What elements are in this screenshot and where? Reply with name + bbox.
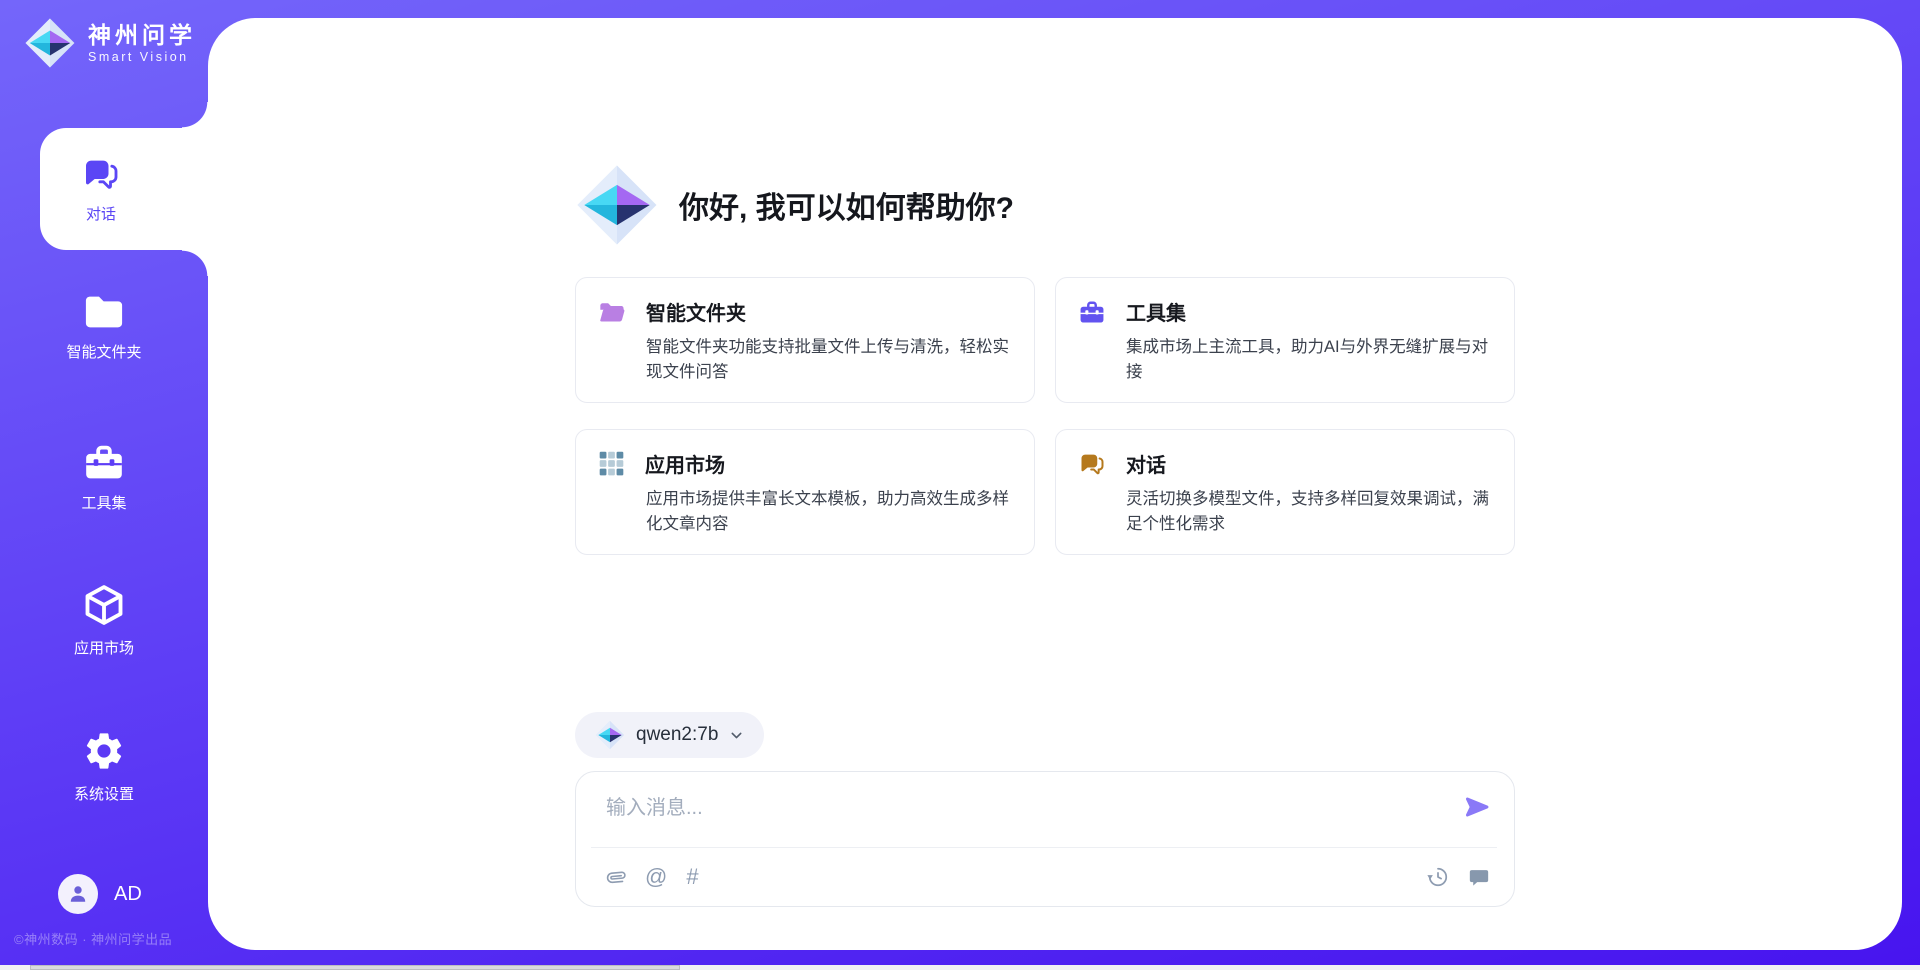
avatar <box>58 874 98 914</box>
cube-icon <box>82 583 126 627</box>
brand-title: 神州问学 <box>88 22 196 48</box>
composer-left-tools: @ # <box>606 866 699 888</box>
toolbox-icon <box>82 442 126 482</box>
paperclip-icon[interactable] <box>606 866 626 888</box>
user-name: AD <box>114 883 142 906</box>
greeting-text: 你好, 我可以如何帮助你? <box>679 183 1014 227</box>
sidebar-item-settings[interactable]: 系统设置 <box>0 729 208 804</box>
model-logo-gem-icon <box>595 720 625 750</box>
person-icon <box>66 882 90 906</box>
message-composer: @ # <box>575 771 1515 907</box>
greeting-row: 你好, 我可以如何帮助你? <box>575 163 1515 247</box>
card-description: 智能文件夹功能支持批量文件上传与清洗，轻松实现文件问答 <box>646 335 1012 385</box>
card-chat[interactable]: 对话 灵活切换多模型文件，支持多样回复效果调试，满足个性化需求 <box>1055 429 1515 555</box>
card-title: 应用市场 <box>645 449 725 478</box>
tab-fillet-top <box>182 102 208 128</box>
sidebar-item-folders[interactable]: 智能文件夹 <box>0 293 208 362</box>
briefcase-icon <box>1078 299 1106 325</box>
folder-icon <box>82 293 126 331</box>
feature-cards: 智能文件夹 智能文件夹功能支持批量文件上传与清洗，轻松实现文件问答 工具集 集成… <box>575 277 1515 555</box>
app-brand: 神州问学 Smart Vision <box>24 17 196 69</box>
chat-bubbles-icon <box>1078 450 1106 478</box>
brand-subtitle: Smart Vision <box>88 50 196 64</box>
model-name: qwen2:7b <box>636 724 718 746</box>
folder-open-icon <box>598 299 626 325</box>
send-icon[interactable] <box>1464 794 1490 820</box>
history-icon[interactable] <box>1427 866 1449 888</box>
brand-logo-gem-icon <box>24 17 76 69</box>
sidebar-item-label: 智能文件夹 <box>0 341 208 362</box>
comment-icon[interactable] <box>1468 867 1490 888</box>
greeting-logo-gem-icon <box>575 163 659 247</box>
sidebar-item-toolset[interactable]: 工具集 <box>0 442 208 513</box>
mention-icon[interactable]: @ <box>645 866 667 888</box>
hash-icon[interactable]: # <box>686 866 698 888</box>
card-description: 应用市场提供丰富长文本模板，助力高效生成多样化文章内容 <box>646 487 1012 537</box>
model-selector[interactable]: qwen2:7b <box>575 712 764 758</box>
card-title: 工具集 <box>1126 297 1186 326</box>
main-content-card: 你好, 我可以如何帮助你? 智能文件夹 智能文件夹功能支持批量文件上传与清洗，轻… <box>208 18 1902 950</box>
horizontal-scrollbar <box>0 965 1920 970</box>
sidebar-item-label: 工具集 <box>0 492 208 513</box>
app-grid-icon <box>598 450 625 477</box>
card-description: 灵活切换多模型文件，支持多样回复效果调试，满足个性化需求 <box>1126 487 1492 537</box>
message-input[interactable] <box>576 772 1436 842</box>
horizontal-scrollbar-thumb[interactable] <box>30 965 680 970</box>
card-smart-folders[interactable]: 智能文件夹 智能文件夹功能支持批量文件上传与清洗，轻松实现文件问答 <box>575 277 1035 403</box>
tab-fillet-bottom <box>182 250 208 276</box>
sidebar-item-label: 应用市场 <box>0 637 208 658</box>
card-toolset[interactable]: 工具集 集成市场上主流工具，助力AI与外界无缝扩展与对接 <box>1055 277 1515 403</box>
gear-icon <box>82 729 126 773</box>
sidebar-item-chat[interactable]: 对话 <box>40 128 208 250</box>
composer-right-tools <box>1427 866 1490 888</box>
card-app-market[interactable]: 应用市场 应用市场提供丰富长文本模板，助力高效生成多样化文章内容 <box>575 429 1035 555</box>
sidebar-item-label: 对话 <box>86 203 116 224</box>
card-title: 智能文件夹 <box>646 297 746 326</box>
card-title: 对话 <box>1126 449 1166 478</box>
chat-bubbles-icon <box>81 154 121 194</box>
user-account[interactable]: AD <box>58 874 142 914</box>
sidebar-footer-credit: ©神州数码 · 神州问学出品 <box>14 929 224 948</box>
sidebar-item-app-market[interactable]: 应用市场 <box>0 583 208 658</box>
sidebar-item-label: 系统设置 <box>0 783 208 804</box>
card-description: 集成市场上主流工具，助力AI与外界无缝扩展与对接 <box>1126 335 1492 385</box>
chevron-down-icon <box>729 728 744 743</box>
